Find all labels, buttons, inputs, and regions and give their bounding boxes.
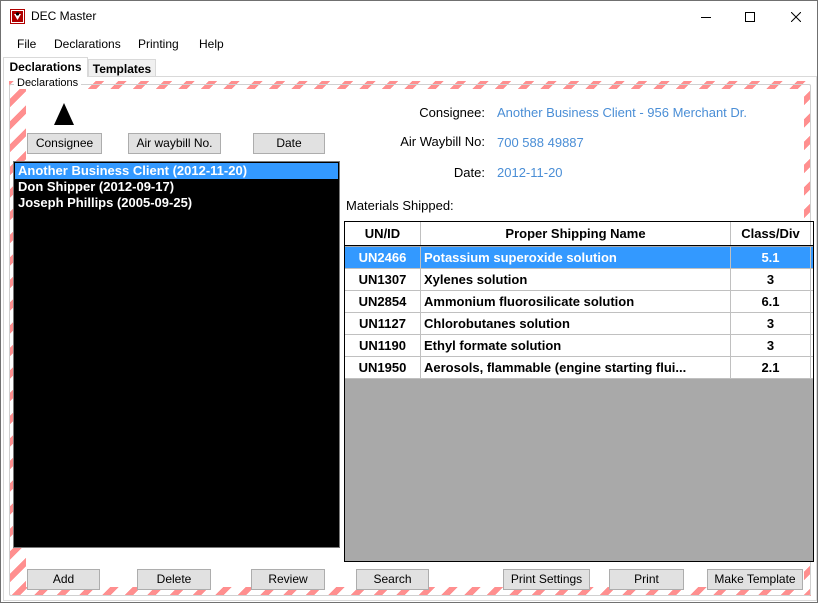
cell-shipping-name: Ethyl formate solution [421, 335, 731, 356]
menu-help[interactable]: Help [199, 37, 224, 51]
menu-file[interactable]: File [17, 37, 36, 51]
app-icon [10, 9, 25, 24]
minimize-button[interactable] [683, 1, 729, 32]
consignee-label: Consignee: [419, 105, 485, 120]
menu-bar: File Declarations Printing Help [1, 34, 817, 54]
list-item[interactable]: Don Shipper (2012-09-17) [15, 179, 338, 195]
sort-air-waybill-button[interactable]: Air waybill No. [128, 133, 221, 154]
cell-shipping-name: Aerosols, flammable (engine starting flu… [421, 357, 731, 378]
table-row[interactable]: UN1190 Ethyl formate solution 3 [345, 335, 813, 357]
cell-class-div: 3 [731, 313, 811, 334]
date-value: 2012-11-20 [497, 165, 563, 180]
review-button[interactable]: Review [251, 569, 325, 590]
consignee-value: Another Business Client - 956 Merchant D… [497, 105, 748, 120]
cell-un-id: UN1307 [345, 269, 421, 290]
search-button[interactable]: Search [356, 569, 429, 590]
cell-un-id: UN1950 [345, 357, 421, 378]
menu-declarations[interactable]: Declarations [54, 37, 121, 51]
cell-un-id: UN1127 [345, 313, 421, 334]
cell-un-id: UN1190 [345, 335, 421, 356]
title-bar[interactable]: DEC Master [1, 1, 817, 32]
sort-date-button[interactable]: Date [253, 133, 325, 154]
table-header: UN/ID Proper Shipping Name Class/Div [345, 222, 813, 246]
list-item[interactable]: Joseph Phillips (2005-09-25) [15, 195, 338, 211]
table-row[interactable]: UN2854 Ammonium fluorosilicate solution … [345, 291, 813, 313]
cell-class-div: 6.1 [731, 291, 811, 312]
sort-arrow-icon [54, 103, 74, 125]
window-title: DEC Master [31, 9, 97, 23]
app-window: DEC Master File Declarations Printing He… [0, 0, 818, 603]
cell-shipping-name: Ammonium fluorosilicate solution [421, 291, 731, 312]
cell-shipping-name: Xylenes solution [421, 269, 731, 290]
cell-shipping-name: Chlorobutanes solution [421, 313, 731, 334]
table-row[interactable]: UN1950 Aerosols, flammable (engine start… [345, 357, 813, 379]
print-button[interactable]: Print [609, 569, 684, 590]
cell-class-div: 3 [731, 269, 811, 290]
column-header-un-id[interactable]: UN/ID [345, 222, 421, 245]
print-settings-button[interactable]: Print Settings [503, 569, 590, 590]
cell-un-id: UN2854 [345, 291, 421, 312]
group-label: Declarations [14, 77, 82, 89]
maximize-button[interactable] [727, 1, 773, 32]
materials-shipped-label: Materials Shipped: [346, 198, 454, 213]
table-row[interactable]: UN1127 Chlorobutanes solution 3 [345, 313, 813, 335]
close-button[interactable] [773, 1, 818, 32]
table-row[interactable]: UN2466 Potassium superoxide solution 5.1 [345, 247, 813, 269]
minimize-icon [701, 16, 711, 18]
table-row[interactable]: UN1307 Xylenes solution 3 [345, 269, 813, 291]
air-waybill-label: Air Waybill No: [400, 134, 485, 149]
cell-class-div: 3 [731, 335, 811, 356]
materials-table[interactable]: UN/ID Proper Shipping Name Class/Div UN2… [344, 221, 814, 562]
menu-printing[interactable]: Printing [138, 37, 179, 51]
close-icon [791, 11, 801, 22]
declarations-list[interactable]: Another Business Client (2012-11-20) Don… [13, 161, 340, 548]
cell-class-div: 2.1 [731, 357, 811, 378]
cell-un-id: UN2466 [345, 247, 421, 268]
tab-templates[interactable]: Templates [88, 59, 156, 77]
maximize-icon [745, 11, 755, 22]
cell-class-div: 5.1 [731, 247, 811, 268]
sort-consignee-button[interactable]: Consignee [27, 133, 102, 154]
date-label: Date: [453, 165, 485, 180]
air-waybill-value: 700 588 49887 [497, 135, 584, 150]
cell-shipping-name: Potassium superoxide solution [421, 247, 731, 268]
tab-declarations[interactable]: Declarations [3, 57, 88, 77]
list-item[interactable]: Another Business Client (2012-11-20) [15, 163, 338, 179]
tab-strip: Declarations Templates [1, 57, 817, 77]
column-header-class-div[interactable]: Class/Div [731, 222, 811, 245]
add-button[interactable]: Add [27, 569, 100, 590]
declarations-panel: Declarations Consignee Air waybill No. D… [3, 76, 817, 601]
column-header-shipping-name[interactable]: Proper Shipping Name [421, 222, 731, 245]
delete-button[interactable]: Delete [137, 569, 211, 590]
make-template-button[interactable]: Make Template [707, 569, 803, 590]
